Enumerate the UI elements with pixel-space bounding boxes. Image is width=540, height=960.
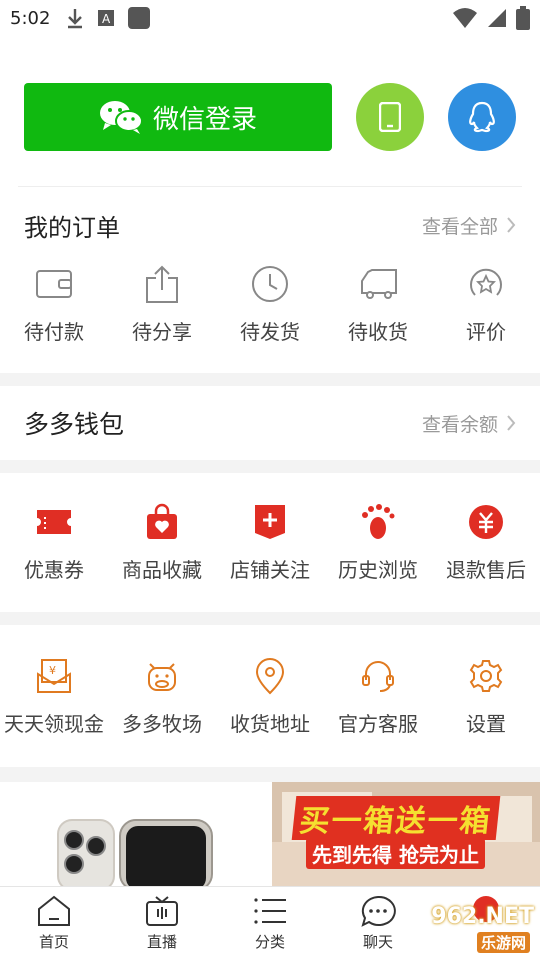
chevron-right-icon	[507, 415, 516, 431]
service-item-favorites[interactable]: 商品收藏	[108, 500, 216, 583]
nav-chat[interactable]: 聊天	[324, 887, 432, 960]
tools-row: ¥ 天天领现金 多多牧场 收货地址 官方客服 设置	[0, 654, 540, 737]
wechat-login-label: 微信登录	[152, 104, 257, 135]
tool-item-farm[interactable]: 多多牧场	[108, 654, 216, 737]
gear-icon	[469, 660, 503, 692]
promo-title: 买一箱送一箱	[291, 796, 501, 840]
wechat-login-button[interactable]: 微信登录	[24, 83, 332, 151]
chat-icon	[361, 895, 396, 927]
watermark-brand: 962.NET	[431, 904, 534, 929]
headset-icon	[362, 661, 394, 692]
location-icon	[255, 658, 285, 695]
wallet-row[interactable]: 多多钱包 查看余额	[0, 386, 540, 460]
share-icon	[146, 265, 178, 303]
qq-icon	[469, 101, 495, 133]
orders-header: 我的订单 查看全部	[0, 205, 540, 245]
wallet-icon	[36, 270, 72, 298]
home-icon	[38, 895, 70, 926]
watermark-sub: 乐游网	[476, 932, 530, 953]
download-icon	[68, 9, 83, 29]
login-row: 微信登录	[24, 83, 516, 151]
nav-live[interactable]: 直播	[108, 887, 216, 960]
nav-categories[interactable]: 分类	[216, 887, 324, 960]
product-card-phone[interactable]	[0, 782, 272, 886]
view-all-orders-link[interactable]: 查看全部	[422, 212, 516, 239]
font-icon: A	[98, 10, 115, 26]
product-card-tissue[interactable]: 买一箱送一箱 先到先得 抢完为止	[272, 782, 540, 886]
order-item-review[interactable]: 评价	[432, 262, 540, 345]
order-item-pending-share[interactable]: 待分享	[108, 262, 216, 345]
services-row: 优惠券 商品收藏 店铺关注 历史浏览 退款售后	[0, 500, 540, 583]
section-gap	[0, 460, 540, 473]
phone-icon	[379, 102, 401, 132]
nav-home[interactable]: 首页	[0, 887, 108, 960]
service-item-refunds[interactable]: 退款售后	[432, 500, 540, 583]
section-gap	[0, 612, 540, 625]
tool-item-settings[interactable]: 设置	[432, 654, 540, 737]
wallet-title: 多多钱包	[24, 410, 125, 439]
order-item-pending-payment[interactable]: 待付款	[0, 262, 108, 345]
clock-icon	[252, 266, 288, 302]
battery-icon	[516, 6, 530, 30]
order-status-row: 待付款 待分享 待发货 待收货 评价	[0, 262, 540, 345]
svg-text:¥: ¥	[49, 664, 56, 677]
tool-item-address[interactable]: 收货地址	[216, 654, 324, 737]
status-time: 5:02	[10, 7, 51, 29]
orders-title: 我的订单	[24, 213, 120, 242]
store-follow-icon	[255, 505, 285, 539]
service-item-followed-stores[interactable]: 店铺关注	[216, 500, 324, 583]
chevron-right-icon	[507, 217, 516, 233]
view-balance-link[interactable]: 查看余额	[422, 410, 516, 437]
service-item-history[interactable]: 历史浏览	[324, 500, 432, 583]
phone-product-image	[57, 819, 213, 886]
view-balance-label: 查看余额	[421, 413, 498, 436]
cash-envelope-icon: ¥	[37, 659, 71, 693]
wechat-icon	[99, 101, 143, 134]
cow-icon	[148, 663, 176, 691]
truck-icon	[361, 269, 397, 299]
promo-subtitle: 先到先得 抢完为止	[306, 838, 485, 869]
qq-login-button[interactable]	[448, 83, 516, 151]
star-icon	[470, 268, 502, 296]
order-item-pending-shipment[interactable]: 待发货	[216, 262, 324, 345]
order-item-pending-receipt[interactable]: 待收货	[324, 262, 432, 345]
svg-text:A: A	[102, 12, 111, 26]
section-gap	[0, 767, 540, 782]
footprint-icon	[362, 504, 395, 539]
service-item-coupons[interactable]: 优惠券	[0, 500, 108, 583]
product-feed-banner: 买一箱送一箱 先到先得 抢完为止	[0, 782, 540, 886]
wifi-icon	[453, 8, 477, 28]
signal-icon	[488, 9, 506, 27]
divider	[18, 186, 522, 187]
section-gap	[0, 373, 540, 386]
tv-icon	[146, 896, 178, 926]
list-icon	[254, 898, 286, 924]
app-notification-icon	[128, 7, 151, 29]
status-bar: 5:02 A	[0, 0, 540, 36]
coupon-icon	[37, 510, 71, 534]
tool-item-daily-cash[interactable]: ¥ 天天领现金	[0, 654, 108, 737]
phone-login-button[interactable]	[356, 83, 424, 151]
tool-item-customer-service[interactable]: 官方客服	[324, 654, 432, 737]
favorite-bag-icon	[147, 503, 177, 539]
refund-icon	[469, 505, 503, 539]
view-all-orders-label: 查看全部	[421, 215, 498, 238]
